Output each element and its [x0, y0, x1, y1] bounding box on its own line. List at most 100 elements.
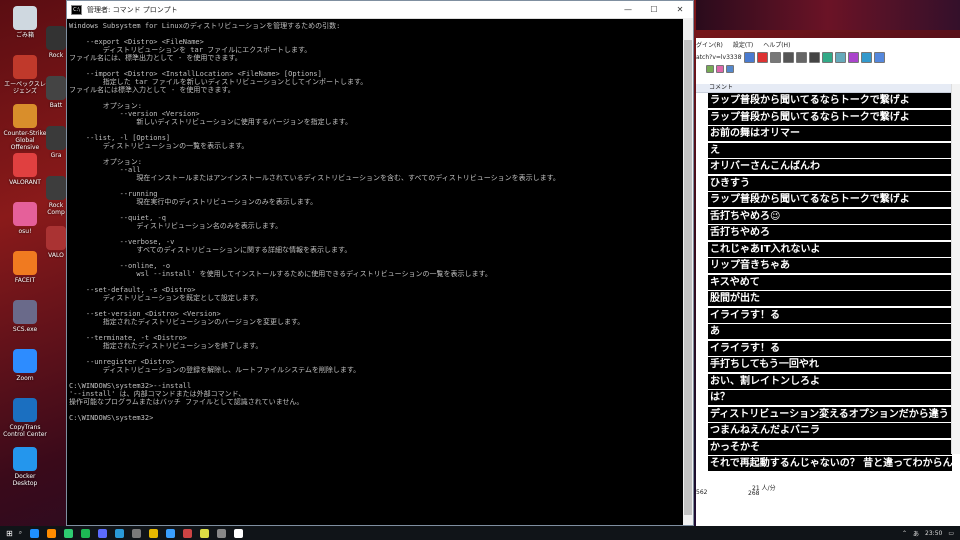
taskbar-app-icon[interactable] [115, 528, 125, 538]
comment-row[interactable]: 舌打ちやめろ [696, 225, 952, 242]
comment-row[interactable]: は？ [696, 390, 952, 407]
desktop-icon[interactable]: Rock Comp [46, 176, 66, 216]
taskbar-app-icon[interactable] [200, 528, 210, 538]
notification-icon[interactable]: ▭ [948, 530, 954, 537]
cmd-output-line [69, 30, 681, 38]
comment-scrollbar[interactable] [951, 84, 960, 454]
cmd-output-line: --set-default, -s <Distro> [69, 286, 196, 294]
comment-row[interactable]: ラップ普段から聞いてるならトークで繋げよ [696, 109, 952, 126]
toolbar-button[interactable] [822, 51, 833, 63]
cmd-output-line: 指定されたディストリビューションを終了します。 [69, 342, 263, 350]
cmd-output-line: wsl --install' を使用してインストールするために使用できるディスト… [69, 270, 492, 278]
desktop-icon[interactable]: Zoom [2, 349, 48, 382]
comment-row[interactable]: ラップ普段から聞いてるならトークで繋げよ [696, 93, 952, 110]
desktop-icon[interactable]: SCS.exe [2, 300, 48, 333]
taskbar-app-icon[interactable] [30, 528, 40, 538]
comment-row[interactable]: ディストリビューション変えるオプションだから違う [696, 406, 952, 423]
comment-marker [696, 324, 708, 340]
desktop-icon[interactable]: ごみ箱 [2, 6, 48, 39]
comment-row[interactable]: つまんねえんだよバニラ [696, 423, 952, 440]
toolbar-button[interactable] [706, 65, 714, 73]
menu-item[interactable]: 設定(T) [733, 40, 753, 49]
taskbar-app-icon[interactable] [98, 528, 108, 538]
taskbar-app-icon[interactable] [234, 528, 244, 538]
toolbar-button[interactable] [716, 65, 724, 73]
desktop-icon[interactable]: Gra [46, 126, 66, 159]
cmd-output[interactable]: Windows Subsystem for Linuxのディストリビューションを… [69, 22, 681, 523]
desktop-icon[interactable]: エーペックスレジェンズ [2, 55, 48, 95]
comment-row[interactable]: おい、割レイトンしろよ [696, 373, 952, 390]
taskbar-app-icon[interactable] [47, 528, 57, 538]
cmd-scroll-thumb[interactable] [684, 40, 692, 515]
cmd-output-line: --set-version <Distro> <Version> [69, 310, 221, 318]
cmd-output-line: C:\WINDOWS\system32>--install [69, 382, 192, 390]
taskbar-app-icon[interactable] [183, 528, 193, 538]
toolbar-button[interactable] [770, 51, 781, 63]
taskbar-app-icon[interactable] [166, 528, 176, 538]
chevron-up-icon[interactable]: ⌃ [902, 530, 907, 537]
ime-indicator[interactable]: あ [913, 529, 919, 538]
comment-row[interactable]: イライラす！る [696, 307, 952, 324]
comment-row[interactable]: ラップ普段から聞いてるならトークで繋げよ [696, 192, 952, 209]
comment-row[interactable]: 股間が出た [696, 291, 952, 308]
comment-row[interactable]: 舌打ちやめろ😉 [696, 208, 952, 225]
comment-list[interactable]: コメント ラップ普段から聞いてるならトークで繋げよ ラップ普段から聞いてるならトー… [696, 84, 952, 473]
taskbar-app-icon[interactable] [81, 528, 91, 538]
desktop-icon[interactable]: Counter-Strike Global Offensive [2, 104, 48, 151]
toolbar-button[interactable] [796, 51, 807, 63]
url-field[interactable]: atch?v=lv3338924 [696, 54, 742, 61]
taskbar-app-icon[interactable] [149, 528, 159, 538]
taskbar-app-icon[interactable] [132, 528, 142, 538]
comment-row[interactable]: これじゃあIT入れないよ [696, 241, 952, 258]
maximize-button[interactable]: ☐ [641, 5, 667, 14]
cmd-output-line [69, 326, 681, 334]
desktop-icon[interactable]: VALORANT [2, 153, 48, 186]
cmd-output-line: 現在インストールまたはアンインストールされているディストリビューションを含む、す… [69, 174, 560, 182]
desktop-icon[interactable]: CopyTrans Control Center [2, 398, 48, 438]
command-prompt-window[interactable]: C:\ 管理者: コマンド プロンプト — ☐ ✕ Windows Subsys… [66, 0, 694, 526]
cmd-output-line: --online, -o [69, 262, 171, 270]
comment-row[interactable]: キスやめて [696, 274, 952, 291]
menu-item[interactable]: グイン(R) [696, 40, 723, 49]
desktop-icon[interactable]: VALO [46, 226, 66, 259]
comment-row[interactable]: え [696, 142, 952, 159]
comment-row[interactable]: お前の舞はオリマー [696, 126, 952, 143]
close-button[interactable]: ✕ [667, 5, 693, 14]
desktop-icon[interactable]: osu! [2, 202, 48, 235]
comment-row[interactable]: あ [696, 324, 952, 341]
toolbar-button[interactable] [835, 51, 846, 63]
taskbar-app-icon[interactable] [64, 528, 74, 538]
desktop-icon-label: Counter-Strike Global Offensive [3, 130, 47, 151]
cmd-scrollbar[interactable] [683, 18, 693, 525]
comment-marker [696, 390, 708, 406]
desktop-icon[interactable]: Rock [46, 26, 66, 59]
comment-row[interactable]: リップ音きちゃあ [696, 258, 952, 275]
search-icon[interactable]: ⌕ [19, 529, 22, 537]
desktop-icon[interactable]: Batt [46, 76, 66, 109]
desktop-icon[interactable]: FACEIT [2, 251, 48, 284]
comment-row[interactable]: イライラす！る [696, 340, 952, 357]
start-button[interactable]: ⊞ [6, 529, 13, 538]
toolbar-button[interactable] [757, 51, 768, 63]
toolbar-button[interactable] [861, 51, 872, 63]
comment-text: は？ [708, 390, 952, 406]
toolbar-button[interactable] [744, 51, 755, 63]
comment-row[interactable]: ひきすう [696, 175, 952, 192]
toolbar-button[interactable] [874, 51, 885, 63]
cmd-output-line [69, 254, 681, 262]
minimize-button[interactable]: — [615, 5, 641, 14]
toolbar-button[interactable] [726, 65, 734, 73]
comment-row[interactable]: それで再起動するんじゃないの？ 昔と違ってわからん [696, 456, 952, 473]
comment-row[interactable]: オリバーさんこんばんわ [696, 159, 952, 176]
menu-item[interactable]: ヘルプ(H) [763, 40, 790, 49]
toolbar-button[interactable] [848, 51, 859, 63]
taskbar-app-icon[interactable] [217, 528, 227, 538]
comment-row[interactable]: 手打ちしてもう一回やれ [696, 357, 952, 374]
desktop-icon[interactable]: Docker Desktop [2, 447, 48, 487]
toolbar-button[interactable] [809, 51, 820, 63]
comment-row[interactable]: かっそかそ [696, 439, 952, 456]
toolbar-button[interactable] [783, 51, 794, 63]
cmd-titlebar[interactable]: C:\ 管理者: コマンド プロンプト — ☐ ✕ [67, 1, 693, 19]
cmd-output-line: C:\WINDOWS\system32> [69, 414, 154, 422]
clock[interactable]: 23:50 [925, 530, 942, 537]
